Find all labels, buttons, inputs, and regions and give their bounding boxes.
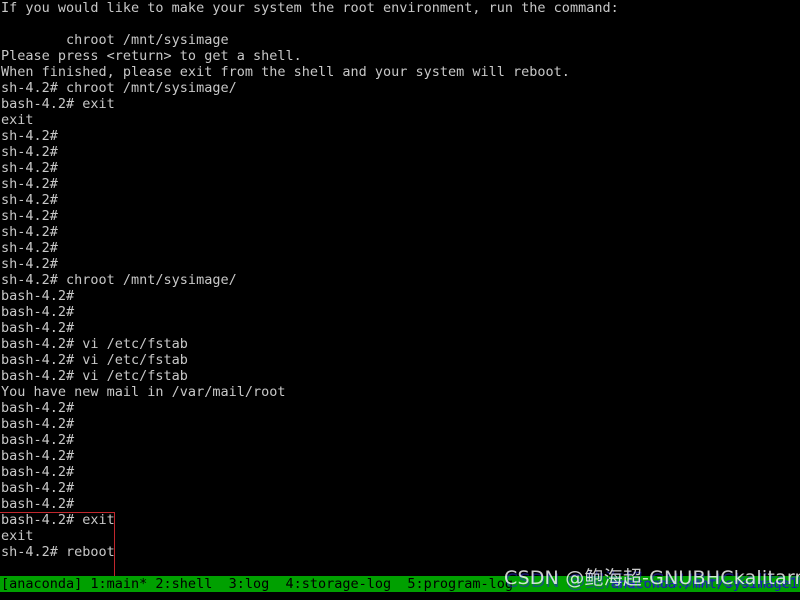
terminal-line: exit	[1, 528, 34, 544]
terminal-output[interactable]: If you would like to make your system th…	[0, 0, 800, 576]
terminal-line: bash-4.2#	[1, 480, 75, 496]
terminal-line: chroot /mnt/sysimage	[1, 32, 229, 48]
terminal-line: When finished, please exit from the shel…	[1, 64, 570, 80]
terminal-line: bash-4.2# vi /etc/fstab	[1, 368, 188, 384]
terminal-line: bash-4.2# vi /etc/fstab	[1, 352, 188, 368]
terminal-line: bash-4.2#	[1, 400, 75, 416]
terminal-line: bash-4.2#	[1, 288, 75, 304]
tmux-window-list[interactable]: [anaconda] 1:main* 2:shell 3:log 4:stora…	[1, 576, 513, 592]
terminal-line: bash-4.2#	[1, 432, 75, 448]
terminal-line: bash-4.2#	[1, 448, 75, 464]
terminal-line: bash-4.2#	[1, 304, 75, 320]
terminal-line: sh-4.2# chroot /mnt/sysimage/	[1, 272, 237, 288]
terminal-line: sh-4.2#	[1, 128, 58, 144]
terminal-line: Please press <return> to get a shell.	[1, 48, 302, 64]
terminal-line: sh-4.2#	[1, 160, 58, 176]
terminal-line: sh-4.2# reboot	[1, 544, 115, 560]
terminal-screen: If you would like to make your system th…	[0, 0, 800, 600]
terminal-line: bash-4.2# exit	[1, 512, 115, 528]
terminal-line: sh-4.2#	[1, 144, 58, 160]
terminal-line: bash-4.2#	[1, 320, 75, 336]
terminal-line: sh-4.2#	[1, 192, 58, 208]
terminal-line: sh-4.2#	[1, 256, 58, 272]
terminal-line: sh-4.2# chroot /mnt/sysimage/	[1, 80, 237, 96]
terminal-line: bash-4.2#	[1, 464, 75, 480]
terminal-line: bash-4.2# vi /etc/fstab	[1, 336, 188, 352]
tmux-status-right: anaconda:/mnt/sysimage1	[611, 576, 798, 592]
terminal-line: You have new mail in /var/mail/root	[1, 384, 286, 400]
terminal-line: If you would like to make your system th…	[1, 0, 619, 16]
terminal-line: bash-4.2#	[1, 416, 75, 432]
terminal-line: bash-4.2# exit	[1, 96, 115, 112]
terminal-line: sh-4.2#	[1, 224, 58, 240]
terminal-line: bash-4.2#	[1, 496, 75, 512]
terminal-line: sh-4.2#	[1, 208, 58, 224]
tmux-status-bar[interactable]: [anaconda] 1:main* 2:shell 3:log 4:stora…	[0, 576, 800, 592]
terminal-line: exit	[1, 112, 34, 128]
terminal-line: sh-4.2#	[1, 240, 58, 256]
screen-bottom-filler	[0, 592, 800, 600]
terminal-line: sh-4.2#	[1, 176, 58, 192]
